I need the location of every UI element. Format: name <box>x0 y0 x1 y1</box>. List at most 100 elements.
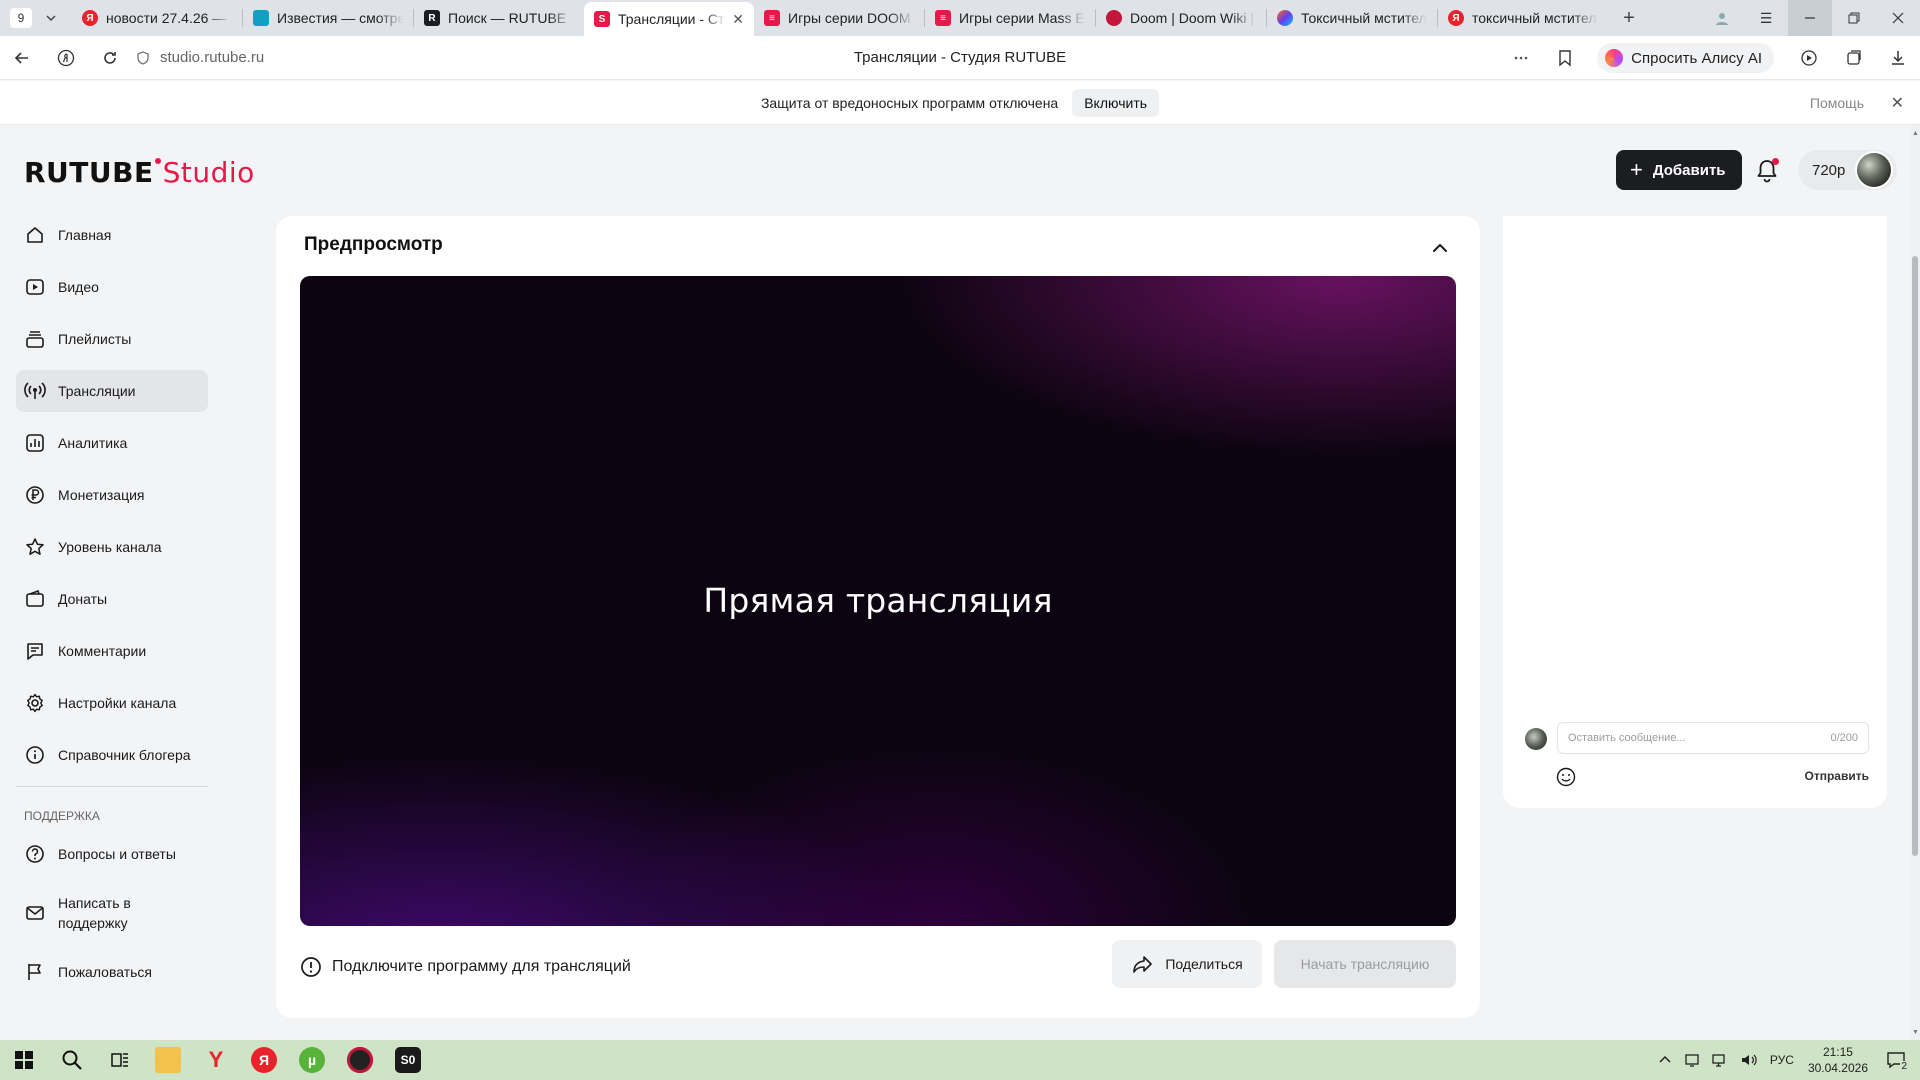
yandex-app-icon[interactable]: Я <box>240 1040 288 1080</box>
sidebar-item-monetization[interactable]: Монетизация <box>16 474 208 516</box>
task-view-icon[interactable] <box>96 1040 144 1080</box>
new-tab-button[interactable]: + <box>1614 3 1644 33</box>
volume-icon[interactable] <box>1740 1052 1758 1068</box>
yandex-logo-icon <box>57 49 75 66</box>
video-icon <box>24 276 46 298</box>
alisa-icon <box>1605 49 1624 67</box>
tab-title: новости 27.4.26 — Ян <box>106 10 232 26</box>
menu-icon[interactable]: ☰ <box>1744 0 1788 36</box>
sidebar-item-faq[interactable]: Вопросы и ответы <box>16 833 208 875</box>
close-infobar-icon[interactable]: ✕ <box>1891 93 1904 113</box>
more-icon[interactable] <box>1499 36 1543 80</box>
scrollbar-thumb[interactable] <box>1912 256 1918 856</box>
sidebar-item-channel-level[interactable]: Уровень канала <box>16 526 208 568</box>
url-field[interactable]: studio.rutube.ru <box>136 49 264 66</box>
profile-icon[interactable] <box>1700 0 1744 36</box>
close-tab-icon[interactable]: ✕ <box>732 11 744 28</box>
windows-logo-icon <box>15 1051 33 1069</box>
sidebar-item-contact-support[interactable]: Написать в поддержку <box>16 885 208 941</box>
browser-tab[interactable]: Известия — смотреть <box>243 3 413 33</box>
tab-counter[interactable]: 9 <box>10 8 32 28</box>
reload-button[interactable] <box>88 36 132 80</box>
stream-preview[interactable]: Прямая трансляция <box>300 276 1456 926</box>
info-icon <box>24 744 46 766</box>
chevron-up-icon[interactable] <box>1428 236 1452 260</box>
browser-tab[interactable]: Я токсичный мститель <box>1438 3 1608 33</box>
collections-icon[interactable] <box>1832 36 1876 80</box>
so-app-icon[interactable]: S0 <box>384 1040 432 1080</box>
browser-tab[interactable]: Я новости 27.4.26 — Ян <box>72 3 242 33</box>
rutube-studio-logo[interactable]: RUTUBE Studio <box>24 156 255 189</box>
game-app-icon[interactable] <box>336 1040 384 1080</box>
tab-list-chevron-icon[interactable] <box>38 5 64 31</box>
sidebar-item-broadcasts[interactable]: Трансляции <box>16 370 208 412</box>
send-button[interactable]: Отправить <box>1805 769 1869 783</box>
bookmark-icon[interactable] <box>1543 36 1587 80</box>
emoji-icon[interactable] <box>1555 766 1577 788</box>
sidebar-item-donations[interactable]: Донаты <box>16 578 208 620</box>
browser-tab[interactable]: Doom | Doom Wiki | F <box>1096 3 1266 33</box>
back-button[interactable] <box>0 36 44 80</box>
scroll-down-icon[interactable]: ▼ <box>1912 1029 1919 1036</box>
yandex-button[interactable] <box>44 36 88 80</box>
address-bar-actions: Спросить Алису AI <box>1499 36 1920 80</box>
scroll-up-icon[interactable]: ▲ <box>1912 130 1919 137</box>
yandex-icon: Я <box>82 10 98 26</box>
sidebar-item-video[interactable]: Видео <box>16 266 208 308</box>
browser-tab[interactable]: R Поиск — RUTUBE <box>414 3 584 33</box>
sidebar-item-playlists[interactable]: Плейлисты <box>16 318 208 360</box>
help-link[interactable]: Помощь <box>1810 95 1864 111</box>
tab-title: Игры серии Mass Eff <box>959 10 1085 26</box>
sidebar-item-report[interactable]: Пожаловаться <box>16 951 208 993</box>
tab-title: Известия — смотреть <box>277 10 403 26</box>
url-text: studio.rutube.ru <box>160 49 265 66</box>
enable-protection-button[interactable]: Включить <box>1072 88 1160 117</box>
page-content: RUTUBE Studio + Добавить 720p Главная Ви… <box>0 126 1920 1040</box>
home-icon <box>24 224 46 246</box>
chevron-up-icon[interactable] <box>1658 1053 1672 1067</box>
windows-taskbar: Y Я µ S0 РУС 21:15 30.04.2026 2 <box>0 1040 1920 1080</box>
meet-icon[interactable] <box>1684 1052 1700 1068</box>
tab-title: Doom | Doom Wiki | F <box>1130 10 1256 26</box>
search-icon[interactable] <box>48 1040 96 1080</box>
flag-icon <box>24 961 46 983</box>
utorrent-icon[interactable]: µ <box>288 1040 336 1080</box>
chat-message-input[interactable]: Оставить сообщение... 0/200 <box>1557 722 1869 754</box>
sidebar-item-analytics[interactable]: Аналитика <box>16 422 208 464</box>
notification-center-icon[interactable]: 2 <box>1882 1046 1910 1074</box>
video-player-icon[interactable] <box>1788 36 1832 80</box>
studio-header: RUTUBE Studio + Добавить 720p <box>0 126 1910 216</box>
download-icon[interactable] <box>1876 36 1920 80</box>
start-broadcast-button[interactable]: Начать трансляцию <box>1274 940 1456 988</box>
share-button[interactable]: Поделиться <box>1112 940 1262 988</box>
close-window-button[interactable] <box>1876 0 1920 36</box>
fandom-icon <box>1106 10 1122 26</box>
minimize-button[interactable] <box>1788 0 1832 36</box>
sidebar-item-home[interactable]: Главная <box>16 214 208 256</box>
sidebar-item-comments[interactable]: Комментарии <box>16 630 208 672</box>
browser-tab[interactable]: ≡ Игры серии DOOM | <box>754 3 924 33</box>
sidebar-item-channel-settings[interactable]: Настройки канала <box>16 682 208 724</box>
clock[interactable]: 21:15 30.04.2026 <box>1808 1044 1868 1076</box>
sidebar-item-blogger-guide[interactable]: Справочник блогера <box>16 734 208 776</box>
preview-text: Прямая трансляция <box>703 581 1053 620</box>
restore-button[interactable] <box>1832 0 1876 36</box>
add-button[interactable]: + Добавить <box>1616 150 1742 190</box>
browser-tab[interactable]: ≡ Игры серии Mass Eff <box>925 3 1095 33</box>
page-scrollbar[interactable]: ▲ ▼ <box>1910 126 1920 1040</box>
notifications-button[interactable] <box>1752 156 1782 186</box>
avatar <box>1525 728 1547 750</box>
ask-alisa-button[interactable]: Спросить Алису AI <box>1597 43 1774 73</box>
playlist-icon <box>24 328 46 350</box>
start-button[interactable] <box>0 1040 48 1080</box>
clock-time: 21:15 <box>1822 1045 1853 1059</box>
network-icon[interactable] <box>1712 1052 1728 1068</box>
browser-tab-active[interactable]: S Трансляции - Студ ✕ <box>584 2 754 36</box>
file-explorer-icon[interactable] <box>144 1040 192 1080</box>
yandex-browser-icon[interactable]: Y <box>192 1040 240 1080</box>
tab-title: Трансляции - Студ <box>618 11 726 27</box>
browser-tab[interactable]: Токсичный мститель <box>1267 3 1437 33</box>
account-menu[interactable]: 720p <box>1798 150 1898 190</box>
quality-label: 720p <box>1812 161 1846 179</box>
language-indicator[interactable]: РУС <box>1770 1053 1794 1067</box>
